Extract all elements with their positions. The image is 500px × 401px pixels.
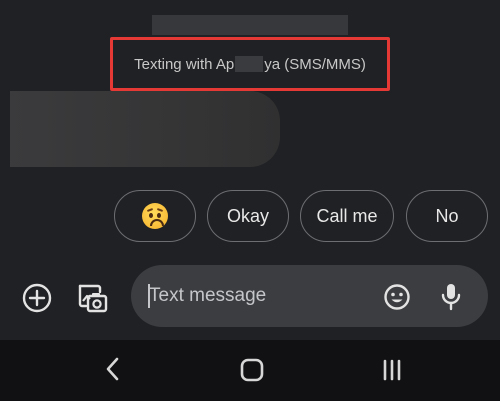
gallery-button[interactable] <box>73 278 113 318</box>
text-cursor <box>148 284 150 308</box>
voice-input-button[interactable] <box>435 280 467 314</box>
system-navigation-bar <box>0 340 500 401</box>
smart-reply-call-me[interactable]: Call me <box>300 190 394 242</box>
smart-reply-bar: Okay Call me No <box>0 190 500 244</box>
plus-circle-icon <box>22 283 52 313</box>
redacted-contact-area <box>152 15 348 35</box>
emoji-icon <box>384 284 410 310</box>
nav-home-button[interactable] <box>236 354 268 386</box>
microphone-icon <box>441 284 461 311</box>
smart-reply-okay[interactable]: Okay <box>207 190 289 242</box>
message-compose-field[interactable] <box>131 265 488 327</box>
worried-face-emoji-icon <box>142 203 168 229</box>
nav-recents-button[interactable] <box>376 354 408 386</box>
incoming-message-bubble[interactable] <box>10 91 280 167</box>
smart-reply-no[interactable]: No <box>406 190 488 242</box>
recents-icon <box>383 359 401 381</box>
home-icon <box>240 358 264 382</box>
text-message-input[interactable] <box>149 281 369 311</box>
smart-reply-emoji[interactable] <box>114 190 196 242</box>
nav-back-button[interactable] <box>98 354 128 384</box>
emoji-button[interactable] <box>381 281 413 313</box>
back-chevron-icon <box>106 357 119 381</box>
image-camera-icon <box>78 284 108 313</box>
annotation-highlight-box <box>110 37 390 91</box>
attach-button[interactable] <box>18 279 56 317</box>
